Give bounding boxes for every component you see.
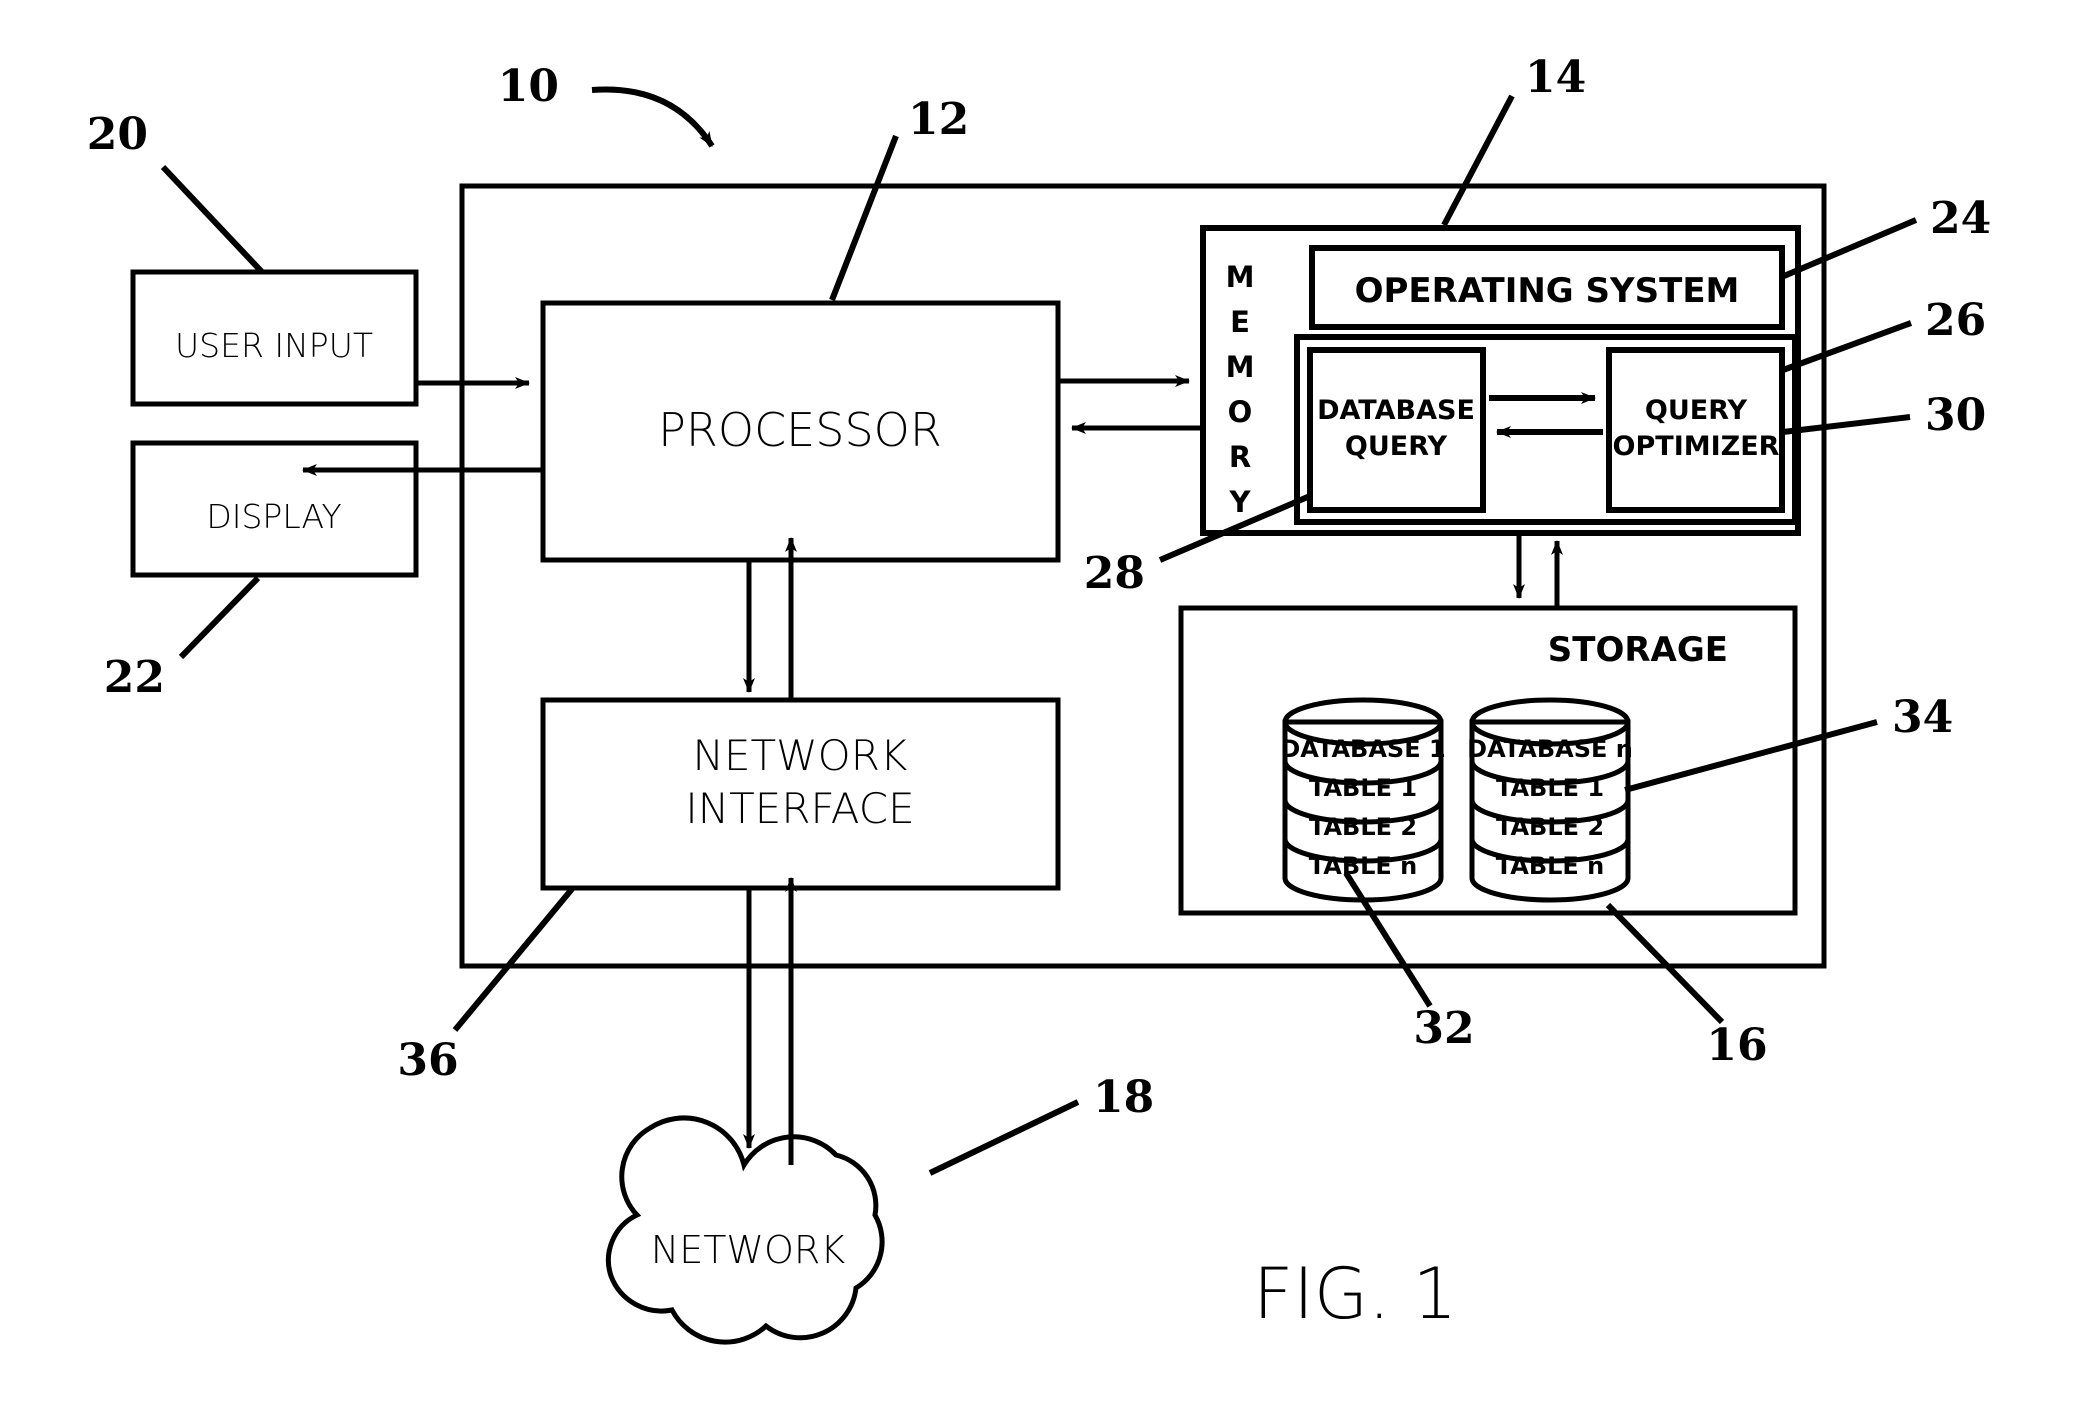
refnum-34: 34: [1892, 692, 1953, 743]
leader-22: [178, 575, 261, 660]
memory-letter-0: M: [1226, 260, 1255, 294]
leader-12: [829, 134, 899, 302]
database-1-row-2: TABLE 2: [1309, 813, 1417, 841]
database-n-row-3: TABLE n: [1496, 852, 1605, 880]
refnum-14: 14: [1525, 52, 1586, 103]
memory-letter-2: M: [1226, 350, 1255, 384]
refnum-22: 22: [104, 652, 165, 703]
user-input-label: USER INPUT: [175, 326, 373, 365]
memory-letter-1: E: [1230, 305, 1250, 339]
storage-label: STORAGE: [1548, 630, 1728, 670]
database-1-row-1: TABLE 1: [1309, 774, 1417, 802]
database-n-cylinder: DATABASE n TABLE 1 TABLE 2 TABLE n: [1467, 697, 1633, 903]
database-query-label-line1: DATABASE: [1317, 395, 1475, 426]
network-cloud-label: NETWORK: [651, 1228, 846, 1272]
database-query-box: [1307, 347, 1486, 513]
refnum-10: 10: [498, 61, 559, 112]
refnum-16: 16: [1706, 1020, 1767, 1071]
leader-10: [591, 86, 715, 148]
refnum-32: 32: [1413, 1003, 1474, 1054]
leader-30: [1782, 414, 1911, 435]
database-n-row-2: TABLE 2: [1496, 813, 1604, 841]
leader-24: [1782, 217, 1918, 279]
figure-canvas: USER INPUT DISPLAY PROCESSOR NETWORK INT…: [87, 52, 1991, 1345]
leader-20: [160, 164, 265, 275]
leader-36: [452, 887, 575, 1032]
network-interface-label-line2: INTERFACE: [685, 784, 914, 833]
database-1-row-0: DATABASE 1: [1280, 735, 1445, 763]
query-optimizer-box: [1606, 347, 1785, 513]
memory-letter-5: Y: [1229, 485, 1252, 519]
query-optimizer-label-line1: QUERY: [1645, 395, 1748, 426]
refnum-24: 24: [1930, 193, 1991, 244]
memory-letter-4: R: [1229, 440, 1251, 474]
leader-18: [928, 1099, 1080, 1176]
operating-system-label: OPERATING SYSTEM: [1355, 271, 1740, 311]
database-n-row-1: TABLE 1: [1496, 774, 1604, 802]
refnum-20: 20: [87, 109, 148, 160]
leader-34: [1624, 719, 1878, 793]
refnum-30: 30: [1925, 390, 1986, 441]
memory-letter-3: O: [1228, 395, 1253, 429]
figure-caption: FIG. 1: [1253, 1253, 1457, 1335]
leader-26: [1781, 320, 1913, 373]
database-1-row-3: TABLE n: [1309, 852, 1418, 880]
patent-figure-page: USER INPUT DISPLAY PROCESSOR NETWORK INT…: [0, 0, 2073, 1418]
network-cloud: NETWORK: [605, 1115, 885, 1345]
network-interface-label-line1: NETWORK: [693, 731, 908, 780]
database-n-row-0: DATABASE n: [1467, 735, 1633, 763]
database-1-cylinder: DATABASE 1 TABLE 1 TABLE 2 TABLE n: [1280, 697, 1446, 903]
query-optimizer-label-line2: OPTIMIZER: [1613, 431, 1780, 462]
refnum-12: 12: [908, 94, 969, 145]
database-query-label-line2: QUERY: [1345, 431, 1448, 462]
refnum-18: 18: [1093, 1072, 1154, 1123]
refnum-36: 36: [397, 1035, 458, 1086]
refnum-26: 26: [1925, 295, 1986, 346]
refnum-28: 28: [1084, 548, 1145, 599]
display-label: DISPLAY: [206, 497, 341, 536]
processor-label: PROCESSOR: [658, 403, 942, 457]
leader-14: [1441, 94, 1515, 227]
